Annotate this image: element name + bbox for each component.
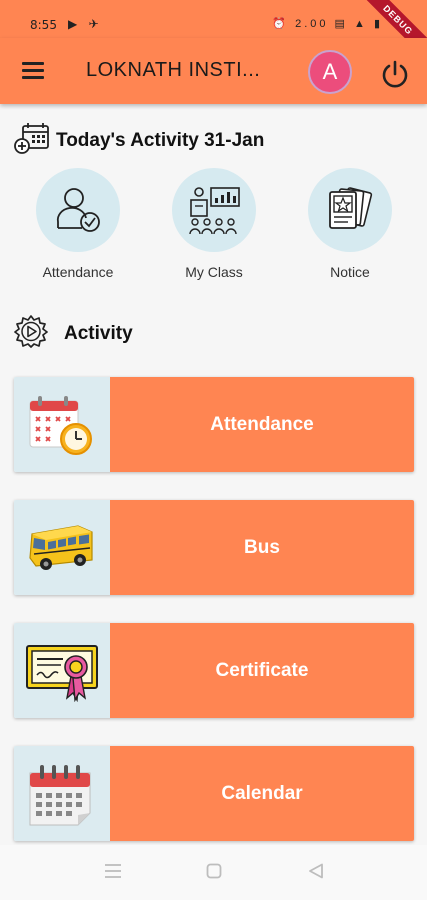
status-time: 8:55 [30, 18, 57, 32]
system-nav-bar [0, 845, 427, 900]
classroom-icon [172, 168, 256, 252]
quick-my-class-label: My Class [185, 264, 243, 280]
certificate-icon [14, 623, 110, 718]
power-icon[interactable] [379, 58, 411, 90]
today-activity-header: Today's Activity 31-Jan [14, 122, 264, 159]
quick-notice-label: Notice [330, 264, 370, 280]
attendance-card[interactable]: Attendance [14, 377, 414, 472]
recent-apps-icon[interactable] [104, 863, 122, 884]
app-title: LOKNATH INSTI... [86, 59, 261, 81]
quick-attendance[interactable]: Attendance [23, 168, 133, 280]
activity-header: Activity [14, 314, 133, 353]
quick-attendance-label: Attendance [42, 264, 114, 280]
bus-card-label: Bus [110, 500, 414, 595]
hamburger-menu-icon[interactable] [22, 62, 44, 80]
today-activity-title: Today's Activity 31-Jan [56, 129, 265, 151]
attendance-user-check-icon [36, 168, 120, 252]
app-bar: LOKNATH INSTI... A [0, 38, 427, 104]
status-bar: 8:55 ▶ ✈ ⏰ 2.00 ▤ ▲ ▮ DEBUG [0, 0, 427, 65]
school-bus-icon [14, 500, 110, 595]
notice-cards-icon [308, 168, 392, 252]
back-icon[interactable] [308, 863, 324, 884]
quick-notice[interactable]: Notice [295, 168, 405, 280]
calendar-icon [14, 746, 110, 841]
calendar-add-icon [14, 122, 50, 159]
attendance-card-label: Attendance [110, 377, 414, 472]
status-left-icons: ▶ ✈ [68, 17, 103, 31]
calendar-clock-icon [14, 377, 110, 472]
quick-my-class[interactable]: My Class [159, 168, 269, 280]
settings-gear-play-icon [14, 314, 48, 353]
avatar[interactable]: A [308, 50, 352, 94]
activity-title: Activity [64, 322, 133, 344]
status-right-icons: ⏰ 2.00 ▤ ▲ ▮ [272, 18, 383, 30]
calendar-card-label: Calendar [110, 746, 414, 841]
bus-card[interactable]: Bus [14, 500, 414, 595]
calendar-card[interactable]: Calendar [14, 746, 414, 841]
certificate-card-label: Certificate [110, 623, 414, 718]
home-icon[interactable] [206, 863, 222, 884]
certificate-card[interactable]: Certificate [14, 623, 414, 718]
